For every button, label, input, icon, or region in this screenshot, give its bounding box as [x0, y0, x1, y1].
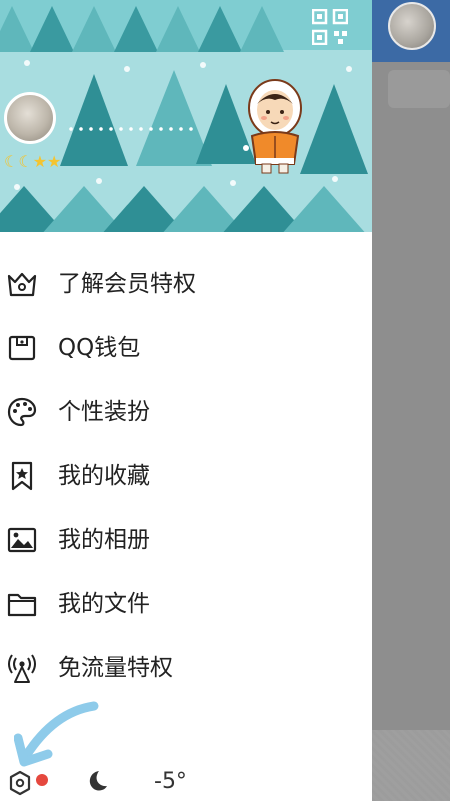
- weather-temperature[interactable]: -5°: [154, 768, 187, 796]
- menu-item-favorites[interactable]: 我的收藏: [0, 444, 372, 508]
- menu-item-label: 了解会员特权: [58, 271, 196, 297]
- snow-dot: [14, 184, 20, 190]
- signal-tower-icon: [8, 654, 36, 683]
- main-avatar: [388, 2, 436, 50]
- bookmark-star-icon: [11, 461, 33, 491]
- tree-decoration: [240, 6, 284, 52]
- main-search-bar: [388, 70, 450, 108]
- tree-decoration: [0, 6, 34, 52]
- snow-dot: [346, 66, 352, 72]
- menu-item-label: QQ钱包: [58, 335, 141, 361]
- moon-icon[interactable]: [84, 768, 108, 794]
- settings-hexagon-icon[interactable]: [8, 770, 32, 796]
- side-drawer: ☾☾★★ 了解会员特权 QQ钱包 个性装扮 我的收藏 我的相册 我的文件 免流量…: [0, 0, 372, 801]
- menu-item-label: 个性装扮: [58, 399, 150, 425]
- tree-decoration: [114, 6, 158, 52]
- menu-item-files[interactable]: 我的文件: [0, 572, 372, 636]
- menu-item-label: 我的收藏: [58, 463, 150, 489]
- menu-item-vip-privileges[interactable]: 了解会员特权: [0, 252, 372, 316]
- main-screen-overlay[interactable]: [372, 0, 450, 801]
- menu-item-album[interactable]: 我的相册: [0, 508, 372, 572]
- snow-dot: [24, 60, 30, 66]
- tree-decoration: [156, 6, 200, 52]
- menu-item-label: 我的相册: [58, 527, 150, 553]
- tree-decoration: [72, 6, 116, 52]
- eskimo-character-icon: [243, 79, 302, 174]
- menu-item-label: 免流量特权: [58, 655, 173, 681]
- palette-icon: [7, 397, 37, 427]
- tree-decoration: [198, 6, 242, 52]
- folder-icon: [7, 593, 37, 617]
- user-nickname[interactable]: [66, 126, 198, 132]
- snow-dot: [332, 176, 338, 182]
- mountain-decoration: [280, 186, 368, 232]
- qr-code-icon[interactable]: [312, 9, 348, 45]
- menu-item-label: 我的文件: [58, 591, 150, 617]
- crown-icon: [7, 272, 37, 297]
- user-avatar[interactable]: [4, 92, 56, 144]
- drawer-bottom-bar: -5°: [0, 750, 372, 801]
- tree-decoration: [60, 74, 128, 166]
- level-badges: ☾☾★★: [4, 152, 62, 171]
- notification-dot: [36, 774, 48, 786]
- snow-dot: [96, 178, 102, 184]
- tree-decoration: [30, 6, 74, 52]
- wallet-icon: [8, 335, 36, 361]
- menu-item-qq-wallet[interactable]: QQ钱包: [0, 316, 372, 380]
- menu-item-personalization[interactable]: 个性装扮: [0, 380, 372, 444]
- snow-dot: [124, 66, 130, 72]
- snow-dot: [200, 62, 206, 68]
- profile-header[interactable]: ☾☾★★: [0, 0, 372, 232]
- image-icon: [7, 527, 37, 553]
- menu-item-free-data[interactable]: 免流量特权: [0, 636, 372, 700]
- snow-dot: [230, 180, 236, 186]
